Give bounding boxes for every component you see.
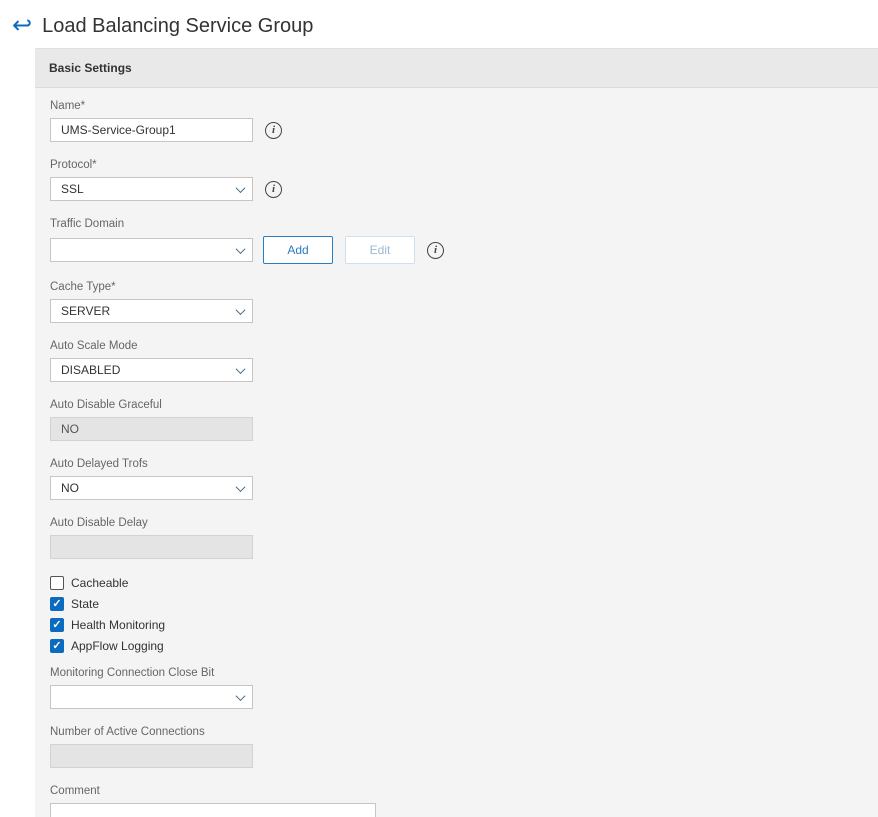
state-checkbox-row[interactable]: State xyxy=(50,597,863,611)
health-monitoring-checkbox-row[interactable]: Health Monitoring xyxy=(50,618,863,632)
info-icon[interactable]: i xyxy=(427,241,444,259)
traffic-domain-add-button[interactable]: Add xyxy=(263,236,333,264)
chevron-down-icon xyxy=(235,304,246,315)
cache-type-select-value: SERVER xyxy=(61,304,111,318)
auto-disable-delay-label: Auto Disable Delay xyxy=(50,517,148,529)
cacheable-checkbox[interactable] xyxy=(50,576,64,590)
field-name: Name* i xyxy=(50,100,863,142)
info-icon[interactable]: i xyxy=(265,121,282,139)
chevron-down-icon xyxy=(235,243,246,254)
field-auto-disable-graceful: Auto Disable Graceful xyxy=(50,399,863,441)
protocol-select[interactable]: SSL xyxy=(50,177,253,201)
field-auto-scale-mode: Auto Scale Mode DISABLED xyxy=(50,340,863,382)
chevron-down-icon xyxy=(235,363,246,374)
cacheable-checkbox-row[interactable]: Cacheable xyxy=(50,576,863,590)
cacheable-checkbox-label: Cacheable xyxy=(71,576,129,590)
basic-settings-panel: Basic Settings Name* i Protocol* SSL i T xyxy=(35,48,878,817)
page-header: ↩ Load Balancing Service Group xyxy=(0,0,878,48)
chevron-down-icon xyxy=(235,182,246,193)
cache-type-select[interactable]: SERVER xyxy=(50,299,253,323)
auto-delayed-trofs-label: Auto Delayed Trofs xyxy=(50,458,148,470)
name-label: Name* xyxy=(50,100,86,112)
field-monitoring-close-bit: Monitoring Connection Close Bit xyxy=(50,667,863,709)
chevron-down-icon xyxy=(235,690,246,701)
traffic-domain-select[interactable] xyxy=(50,238,253,262)
info-icon[interactable]: i xyxy=(265,180,282,198)
panel-body: Name* i Protocol* SSL i Traffic Domain xyxy=(35,88,878,817)
chevron-down-icon xyxy=(235,481,246,492)
auto-disable-graceful-input xyxy=(50,417,253,441)
active-connections-label: Number of Active Connections xyxy=(50,726,205,738)
auto-scale-mode-select[interactable]: DISABLED xyxy=(50,358,253,382)
comment-textarea[interactable] xyxy=(50,803,376,817)
auto-disable-graceful-label: Auto Disable Graceful xyxy=(50,399,162,411)
monitoring-close-bit-select[interactable] xyxy=(50,685,253,709)
health-monitoring-checkbox-label: Health Monitoring xyxy=(71,618,166,632)
field-active-connections: Number of Active Connections xyxy=(50,726,863,768)
page-title: Load Balancing Service Group xyxy=(42,14,314,37)
field-protocol: Protocol* SSL i xyxy=(50,159,863,201)
traffic-domain-label: Traffic Domain xyxy=(50,218,125,230)
auto-scale-mode-label: Auto Scale Mode xyxy=(50,340,138,352)
field-auto-delayed-trofs: Auto Delayed Trofs NO xyxy=(50,458,863,500)
cache-type-label: Cache Type* xyxy=(50,281,116,293)
field-traffic-domain: Traffic Domain Add Edit i xyxy=(50,218,863,264)
protocol-label: Protocol* xyxy=(50,159,97,171)
panel-title: Basic Settings xyxy=(49,61,132,75)
active-connections-input xyxy=(50,744,253,768)
protocol-select-value: SSL xyxy=(61,182,84,196)
auto-scale-mode-select-value: DISABLED xyxy=(61,363,121,377)
field-auto-disable-delay: Auto Disable Delay xyxy=(50,517,863,559)
health-monitoring-checkbox[interactable] xyxy=(50,618,64,632)
appflow-logging-checkbox-label: AppFlow Logging xyxy=(71,639,164,653)
auto-delayed-trofs-select-value: NO xyxy=(61,481,79,495)
appflow-logging-checkbox-row[interactable]: AppFlow Logging xyxy=(50,639,863,653)
traffic-domain-edit-button[interactable]: Edit xyxy=(345,236,415,264)
field-comment: Comment xyxy=(50,785,863,817)
state-checkbox-label: State xyxy=(71,597,100,611)
comment-label: Comment xyxy=(50,785,100,797)
monitoring-close-bit-label: Monitoring Connection Close Bit xyxy=(50,667,215,679)
auto-disable-delay-input xyxy=(50,535,253,559)
field-cache-type: Cache Type* SERVER xyxy=(50,281,863,323)
state-checkbox[interactable] xyxy=(50,597,64,611)
name-input[interactable] xyxy=(50,118,253,142)
auto-delayed-trofs-select[interactable]: NO xyxy=(50,476,253,500)
checkbox-group: Cacheable State Health Monitoring AppFlo… xyxy=(50,576,863,653)
appflow-logging-checkbox[interactable] xyxy=(50,639,64,653)
back-arrow-icon[interactable]: ↩ xyxy=(12,14,32,38)
panel-header: Basic Settings xyxy=(35,49,878,88)
